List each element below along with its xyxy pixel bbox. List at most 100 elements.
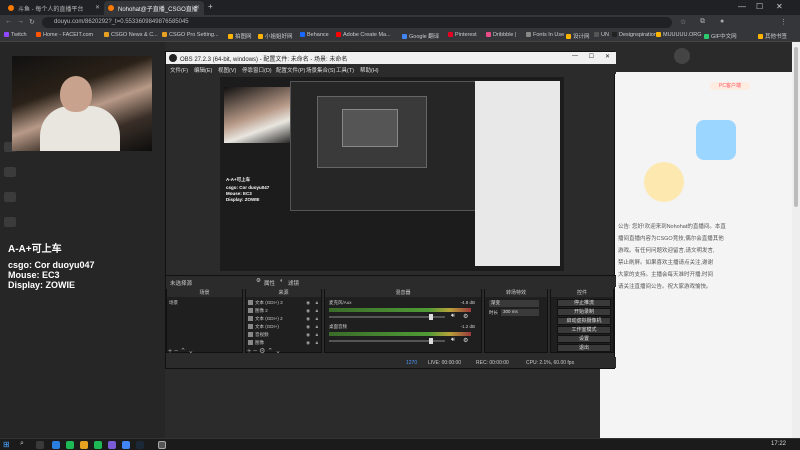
properties-button[interactable]: 属性 bbox=[264, 279, 275, 287]
close-icon[interactable]: ✕ bbox=[95, 4, 100, 11]
tab-nohohat[interactable]: Nohohat@子直播_CSGO直播 ✕ bbox=[104, 1, 204, 15]
lock-icon[interactable]: 🔒︎ bbox=[316, 332, 318, 337]
nav-icon[interactable] bbox=[4, 167, 16, 177]
bookmark-item[interactable]: Dribbble | bbox=[486, 32, 516, 38]
source-item[interactable]: 图像 2 ◉ 🔒︎ bbox=[248, 308, 320, 315]
search-icon[interactable]: ⌕ bbox=[20, 440, 24, 448]
menu-item[interactable]: 视图(V) bbox=[218, 66, 236, 74]
nav-icon[interactable] bbox=[4, 217, 16, 227]
obs-preview[interactable]: A-A+可上车 csgo: Cor duoyu047 Mouse: EC3 Di… bbox=[220, 77, 564, 271]
bookmark-item[interactable]: Behance bbox=[300, 32, 329, 38]
eye-icon[interactable]: ◉ bbox=[306, 316, 310, 322]
menu-item[interactable]: 文件(F) bbox=[170, 66, 188, 74]
source-item[interactable]: 音视频 ◉ 🔒︎ bbox=[248, 332, 320, 339]
filters-button[interactable]: 滤镜 bbox=[288, 279, 299, 287]
maximize-icon[interactable]: ☐ bbox=[589, 53, 594, 60]
menu-item[interactable]: 帮助(H) bbox=[360, 66, 379, 74]
filter-icon[interactable]: ◐ bbox=[280, 278, 283, 284]
bookmark-item[interactable]: Adobe Create Ma... bbox=[336, 32, 391, 38]
lock-icon[interactable]: 🔒︎ bbox=[316, 316, 318, 321]
eye-icon[interactable]: ◉ bbox=[306, 300, 310, 306]
bookmark-item[interactable]: GIF中文网 bbox=[704, 32, 737, 40]
bookmark-item[interactable]: Home - FACEIT.com bbox=[36, 32, 93, 38]
bookmark-item[interactable]: MUUUUU.ORG bbox=[656, 32, 702, 38]
start-recording-button[interactable]: 开始录制 bbox=[557, 308, 611, 316]
eye-icon[interactable]: ◉ bbox=[306, 324, 310, 330]
maximize-icon[interactable]: ☐ bbox=[756, 2, 763, 11]
url-input[interactable]: douyu.com/8620292?_t=0.55336098498765850… bbox=[42, 17, 672, 28]
slider-handle[interactable] bbox=[429, 338, 433, 344]
pc-client-button[interactable]: PC客户端 bbox=[710, 82, 750, 90]
source-item[interactable]: 文本 (GDI+) ◉ 🔒︎ bbox=[248, 324, 320, 331]
eye-icon[interactable]: ◉ bbox=[306, 332, 310, 338]
add-scene-button[interactable]: + − ⌃ ⌄ bbox=[168, 347, 194, 355]
close-window-icon[interactable]: ✕ bbox=[776, 2, 783, 11]
volume-slider[interactable] bbox=[329, 338, 445, 344]
virtual-camera-button[interactable]: 启动虚拟摄像机 bbox=[557, 317, 611, 325]
bookmark-item[interactable]: UN bbox=[594, 32, 609, 38]
bookmark-item[interactable]: 小姐姐好网 bbox=[258, 32, 293, 40]
bookmark-item[interactable]: 其他书签 bbox=[758, 32, 787, 40]
duration-input[interactable]: 300 ms bbox=[501, 309, 539, 316]
star-icon[interactable]: ☆ bbox=[680, 18, 686, 26]
steam-icon[interactable] bbox=[136, 441, 144, 449]
speaker-icon[interactable]: 🔊︎ bbox=[451, 337, 455, 344]
exit-button[interactable]: 退出 bbox=[557, 344, 611, 352]
app-icon[interactable] bbox=[108, 441, 116, 449]
bookmark-item[interactable]: Pinterest bbox=[448, 32, 477, 38]
back-icon[interactable]: ← bbox=[5, 18, 12, 25]
obs-icon[interactable] bbox=[158, 441, 166, 449]
bookmark-item[interactable]: CSGO News & C... bbox=[104, 32, 158, 38]
menu-item[interactable]: 场景集合(S) bbox=[306, 66, 335, 74]
nav-icon[interactable] bbox=[4, 192, 16, 202]
folder-icon[interactable] bbox=[80, 441, 88, 449]
profile-icon[interactable]: ● bbox=[720, 18, 724, 25]
lock-icon[interactable]: 🔒︎ bbox=[316, 300, 318, 305]
source-item[interactable]: 文本 (GDI+) 2 ◉ 🔒︎ bbox=[248, 316, 320, 323]
speaker-icon[interactable]: 🔊︎ bbox=[451, 313, 455, 320]
lock-icon[interactable]: 🔒︎ bbox=[316, 324, 318, 329]
gear-icon[interactable]: ⚙ bbox=[256, 278, 261, 284]
add-source-button[interactable]: + − ⚙ ⌃ ⌄ bbox=[247, 347, 281, 355]
avatar[interactable] bbox=[674, 48, 690, 64]
volume-slider[interactable] bbox=[329, 314, 445, 320]
source-item[interactable]: 文本 (GDI+) 3 ◉ 🔒︎ bbox=[248, 300, 320, 307]
bookmark-item[interactable]: 设计网 bbox=[566, 32, 590, 40]
menu-item[interactable]: 配置文件(P) bbox=[276, 66, 305, 74]
lock-icon[interactable]: 🔒︎ bbox=[316, 340, 318, 345]
eye-icon[interactable]: ◉ bbox=[306, 340, 310, 346]
windows-start-icon[interactable]: ⊞ bbox=[3, 440, 10, 449]
bookmark-item[interactable]: CSGO Pro Setting... bbox=[162, 32, 219, 38]
lock-icon[interactable]: 🔒︎ bbox=[316, 308, 318, 313]
close-window-icon[interactable]: ✕ bbox=[605, 53, 610, 60]
bookmark-item[interactable]: Twitch bbox=[4, 32, 27, 38]
bookmark-item[interactable]: Google 翻译 bbox=[402, 32, 439, 40]
bookmark-item[interactable]: 拍图网 bbox=[228, 32, 252, 40]
app-icon[interactable] bbox=[52, 441, 60, 449]
transition-select[interactable]: 渐变 bbox=[489, 300, 539, 307]
stop-streaming-button[interactable]: 停止推流 bbox=[557, 299, 611, 307]
scrollbar-thumb[interactable] bbox=[794, 47, 798, 207]
minimize-icon[interactable]: — bbox=[572, 53, 578, 59]
gear-icon[interactable]: ⚙ bbox=[463, 337, 468, 344]
settings-button[interactable]: 设置 bbox=[557, 335, 611, 343]
menu-item[interactable]: 编辑(E) bbox=[194, 66, 212, 74]
gear-icon[interactable]: ⚙ bbox=[463, 313, 468, 320]
forward-icon[interactable]: → bbox=[17, 18, 24, 25]
bookmark-item[interactable]: Fonts In Use bbox=[526, 32, 564, 38]
menu-icon[interactable]: ⋮ bbox=[780, 18, 787, 26]
wechat-icon[interactable] bbox=[66, 441, 74, 449]
new-tab-button[interactable]: + bbox=[208, 2, 213, 11]
source-item[interactable]: 图像 ◉ 🔒︎ bbox=[248, 340, 320, 347]
slider-handle[interactable] bbox=[429, 314, 433, 320]
eye-icon[interactable]: ◉ bbox=[306, 308, 310, 314]
menu-item[interactable]: 停靠窗口(D) bbox=[242, 66, 272, 74]
chrome-icon[interactable] bbox=[122, 441, 130, 449]
scene-item[interactable]: 场景 bbox=[169, 300, 241, 307]
taskview-icon[interactable] bbox=[36, 441, 44, 449]
app-icon[interactable] bbox=[94, 441, 102, 449]
tab-douyu[interactable]: 斗鱼 - 每个人的直播平台 ✕ bbox=[4, 1, 104, 15]
reload-icon[interactable]: ↻ bbox=[29, 18, 35, 26]
minimize-icon[interactable]: — bbox=[738, 2, 746, 11]
close-icon[interactable]: ✕ bbox=[195, 4, 200, 11]
